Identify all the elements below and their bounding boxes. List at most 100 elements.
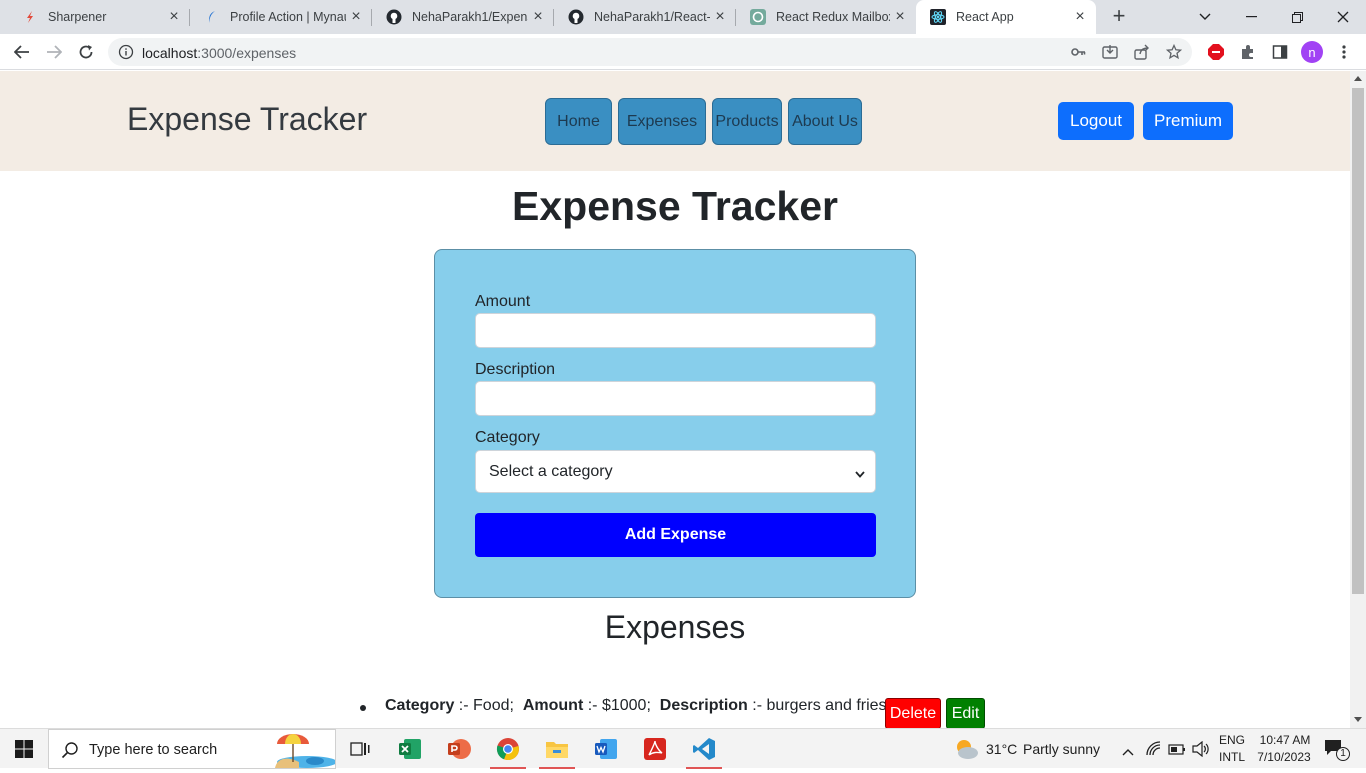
premium-button[interactable]: Premium — [1143, 102, 1233, 140]
close-tab-icon[interactable]: × — [710, 8, 730, 26]
tab-redux-mailbox[interactable]: React Redux Mailbox × — [736, 0, 916, 34]
taskbar-search-box[interactable]: Type here to search — [48, 729, 337, 769]
share-icon[interactable] — [1134, 44, 1150, 60]
chrome-menu-icon[interactable] — [1334, 42, 1354, 62]
amount-value: $1000 — [601, 697, 647, 714]
mynau-favicon-icon — [204, 9, 220, 25]
category-value: Food — [473, 697, 510, 714]
extensions-puzzle-icon[interactable] — [1238, 42, 1258, 62]
scroll-up-icon[interactable] — [1354, 76, 1362, 81]
vscode-icon[interactable] — [680, 729, 728, 769]
tab-title: Sharpener — [48, 10, 107, 24]
address-bar[interactable]: localhost:3000/expenses — [108, 38, 1192, 66]
close-tab-icon[interactable]: × — [346, 8, 366, 26]
clock-date[interactable]: 7/10/2023 — [1253, 750, 1315, 764]
chrome-icon[interactable] — [484, 729, 532, 769]
close-tab-icon[interactable]: × — [528, 8, 548, 26]
weather-partly-sunny-icon[interactable] — [953, 737, 979, 766]
windows-taskbar: Type here to search 31°C Partly sunny EN… — [0, 728, 1366, 769]
key-icon[interactable] — [1070, 44, 1086, 60]
github-favicon-icon — [568, 9, 584, 25]
category-select[interactable]: Select a category — [475, 450, 876, 493]
network-icon[interactable] — [1146, 741, 1162, 762]
weather-temp[interactable]: 31°C — [986, 741, 1017, 757]
amount-label: Amount — [475, 293, 531, 310]
description-key: Description — [659, 697, 748, 714]
language-top[interactable]: ENG — [1219, 733, 1245, 747]
close-tab-icon[interactable]: × — [1070, 8, 1090, 26]
expense-form: Amount Description Category Select a cat… — [434, 249, 916, 598]
page-viewport: Expense Tracker Home Expenses Products A… — [0, 71, 1350, 728]
delete-button[interactable]: Delete — [885, 698, 941, 728]
file-explorer-icon[interactable] — [533, 729, 581, 769]
active-app-indicator — [686, 767, 722, 769]
chevron-up-icon[interactable] — [1122, 743, 1134, 761]
install-icon[interactable] — [1102, 44, 1118, 60]
page-title: Expense Tracker — [512, 183, 838, 229]
browser-tab-bar: Sharpener × Profile Action | Mynau × Neh… — [0, 0, 1366, 34]
new-tab-button[interactable]: + — [1107, 5, 1131, 29]
clock-time[interactable]: 10:47 AM — [1257, 733, 1313, 747]
restore-icon[interactable] — [1274, 0, 1320, 34]
task-view-icon[interactable] — [336, 729, 384, 769]
tab-react-app[interactable]: React App × — [916, 0, 1096, 34]
adblock-extension-icon[interactable] — [1206, 42, 1226, 62]
category-key: Category — [385, 697, 455, 714]
back-arrow-icon[interactable] — [10, 40, 34, 64]
amount-input[interactable] — [475, 313, 876, 348]
edit-button[interactable]: Edit — [946, 698, 985, 728]
word-icon[interactable] — [582, 729, 630, 769]
browser-toolbar: localhost:3000/expenses n — [0, 34, 1366, 70]
excel-icon[interactable] — [386, 729, 434, 769]
tab-profile-action[interactable]: Profile Action | Mynau × — [190, 0, 372, 34]
tab-react-repo[interactable]: NehaParakh1/React-w × — [554, 0, 736, 34]
close-window-icon[interactable] — [1320, 0, 1366, 34]
nav-products-button[interactable]: Products — [712, 98, 782, 145]
page-scrollbar[interactable] — [1350, 71, 1366, 728]
expenses-heading: Expenses — [604, 609, 746, 645]
close-tab-icon[interactable]: × — [164, 8, 184, 26]
site-info-icon[interactable] — [118, 44, 134, 60]
forward-arrow-icon[interactable] — [42, 40, 66, 64]
acrobat-icon[interactable] — [631, 729, 679, 769]
notification-count[interactable]: 1 — [1336, 747, 1350, 761]
scrollbar-thumb[interactable] — [1352, 88, 1364, 594]
profile-avatar[interactable]: n — [1301, 41, 1323, 63]
expense-text: Category :- Food; Amount :- $1000; Descr… — [385, 697, 887, 714]
add-expense-button[interactable]: Add Expense — [475, 513, 876, 557]
side-panel-icon[interactable] — [1270, 42, 1290, 62]
category-selected-value: Select a category — [489, 462, 613, 480]
weather-text[interactable]: Partly sunny — [1023, 741, 1100, 757]
description-input[interactable] — [475, 381, 876, 416]
tab-sharpener[interactable]: Sharpener × — [8, 0, 190, 34]
nav-about-button[interactable]: About Us — [788, 98, 862, 145]
beach-search-highlight-icon — [257, 732, 337, 773]
logout-button[interactable]: Logout — [1058, 102, 1134, 140]
powerpoint-icon[interactable] — [435, 729, 483, 769]
sharpener-favicon-icon — [22, 9, 38, 25]
github-favicon-icon — [386, 9, 402, 25]
tab-title: Profile Action | Mynau — [230, 10, 346, 24]
tab-expense-repo[interactable]: NehaParakh1/Expense × — [372, 0, 554, 34]
description-label: Description — [475, 361, 556, 378]
category-label: Category — [475, 429, 540, 446]
tab-title: NehaParakh1/Expense — [412, 10, 528, 24]
bookmark-star-icon[interactable] — [1165, 43, 1183, 60]
react-favicon-icon — [930, 9, 946, 25]
close-tab-icon[interactable]: × — [890, 8, 910, 26]
minimize-icon[interactable] — [1228, 0, 1274, 34]
volume-icon[interactable] — [1192, 740, 1210, 762]
nav-expenses-button[interactable]: Expenses — [618, 98, 706, 145]
search-icon — [61, 741, 79, 764]
language-bottom[interactable]: INTL — [1219, 750, 1245, 764]
scroll-down-icon[interactable] — [1354, 717, 1362, 722]
search-placeholder: Type here to search — [89, 742, 218, 758]
windows-start-icon[interactable] — [0, 729, 48, 769]
tab-title: NehaParakh1/React-w — [594, 10, 710, 24]
reload-icon[interactable] — [74, 40, 98, 64]
tab-search-chevron-icon[interactable] — [1182, 0, 1228, 34]
openai-favicon-icon — [750, 9, 766, 25]
battery-icon[interactable] — [1168, 742, 1186, 761]
nav-home-button[interactable]: Home — [545, 98, 612, 145]
url-host: localhost — [142, 45, 198, 61]
